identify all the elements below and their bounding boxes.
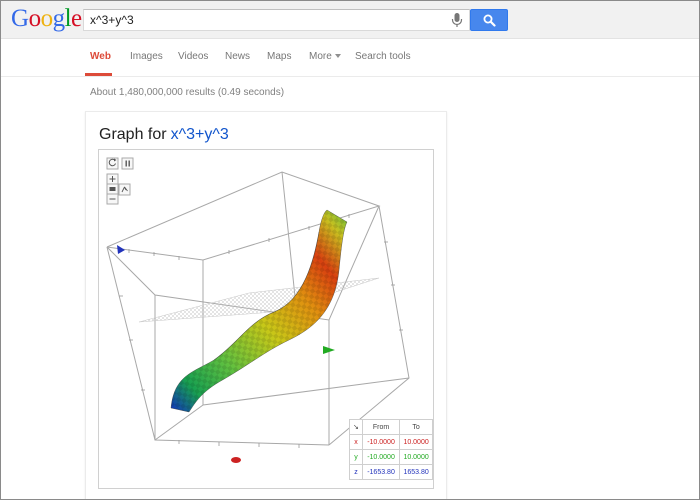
result-stats: About 1,480,000,000 results (0.49 second… [90,87,285,98]
google-logo[interactable]: Google [11,5,82,33]
range-z-from[interactable]: -1653.80 [361,464,401,480]
axes-icon[interactable] [118,183,131,196]
range-axis-y: y [349,449,363,465]
search-box[interactable] [83,9,470,31]
active-tab-indicator [85,73,112,76]
search-header: Google [1,1,699,39]
search-input[interactable] [84,10,444,30]
chevron-down-icon [334,54,341,58]
tab-more[interactable]: More [309,51,341,62]
search-button[interactable] [470,9,508,31]
range-header-to: To [399,419,433,435]
range-header-from: From [361,419,401,435]
zero-plane-mesh [138,277,380,323]
range-z-to[interactable]: 1653.80 [399,464,433,480]
range-y-to[interactable]: 10.0000 [399,449,433,465]
zoom-out-icon[interactable] [106,193,119,205]
browser-page: Google Web Images Videos News Maps More … [0,0,700,500]
card-title: Graph for x^3+y^3 [99,126,229,144]
microphone-icon[interactable] [451,12,463,28]
search-tools-button[interactable]: Search tools [355,51,411,62]
search-nav: Web Images Videos News Maps More Search … [1,39,699,77]
tab-web[interactable]: Web [90,51,111,62]
range-y-from[interactable]: -10.0000 [361,449,401,465]
zoom-in-icon[interactable] [106,173,119,185]
range-table-corner: ↘ [349,419,363,435]
range-axis-z: z [349,464,363,480]
axis-range-table: ↘ From To x -10.0000 10.0000 y -10.0000 … [349,419,433,480]
tab-images[interactable]: Images [130,51,163,62]
range-x-to[interactable]: 10.0000 [399,434,433,450]
view-mode-icon[interactable] [106,183,119,195]
graph-canvas[interactable]: ↘ From To x -10.0000 10.0000 y -10.0000 … [98,149,434,489]
pause-icon[interactable] [121,157,134,170]
tab-news[interactable]: News [225,51,250,62]
tab-maps[interactable]: Maps [267,51,291,62]
card-title-query[interactable]: x^3+y^3 [171,126,229,143]
tab-more-label: More [309,51,332,62]
tab-videos[interactable]: Videos [178,51,208,62]
x-axis-arrow [231,457,241,463]
range-axis-x: x [349,434,363,450]
magnifier-icon [483,14,496,27]
graph-card: Graph for x^3+y^3 ↘ From To x -10.0000 1… [85,111,447,499]
card-title-label: Graph for [99,126,167,143]
reset-view-icon[interactable] [106,157,119,170]
z-axis-arrow [117,245,125,254]
range-x-from[interactable]: -10.0000 [361,434,401,450]
